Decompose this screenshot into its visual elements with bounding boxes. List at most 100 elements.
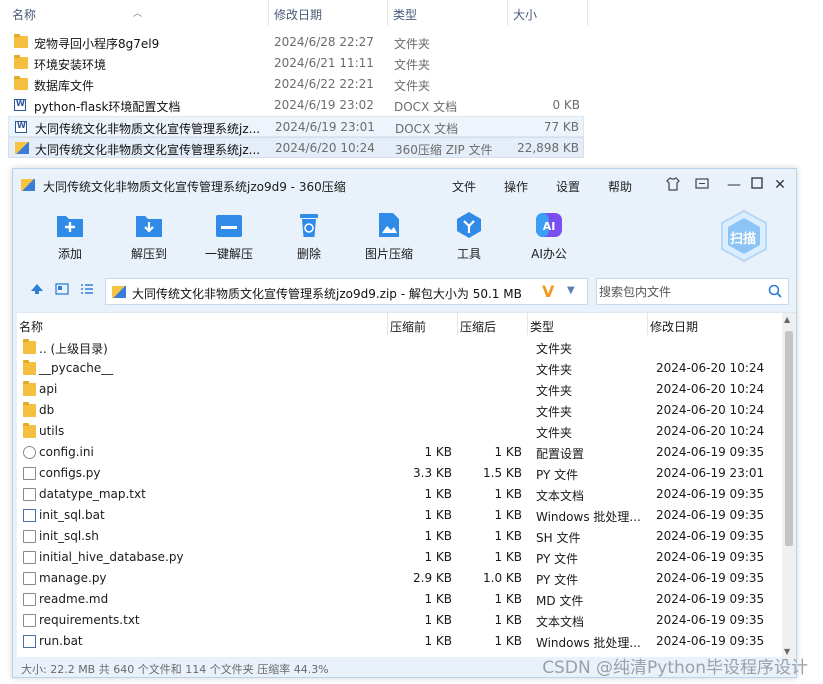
- item-size-before: 3.3 KB: [413, 466, 452, 480]
- path-box[interactable]: 大同传统文化非物质文化宣传管理系统jzo9d9.zip - 解包大小为 50.1…: [105, 278, 588, 305]
- file-icon: [23, 530, 36, 543]
- item-date: 2024-06-19 09:35: [656, 613, 765, 627]
- item-name: initial_hive_database.py: [39, 550, 184, 564]
- maximize-button[interactable]: [748, 176, 766, 194]
- column-type[interactable]: 类型: [393, 6, 417, 23]
- extract-to-button[interactable]: 解压到: [109, 207, 189, 262]
- item-date: 2024-06-19 09:35: [656, 634, 765, 648]
- one-click-extract-icon: [214, 211, 244, 239]
- vertical-scrollbar[interactable]: ▲ ▼: [782, 313, 796, 658]
- explorer-row[interactable]: 宠物寻回小程序8g7el9 2024/6/28 22:27 文件夹: [8, 32, 584, 53]
- minimize-button[interactable]: —: [725, 176, 743, 194]
- zip-icon: [112, 286, 126, 298]
- item-name: datatype_map.txt: [39, 487, 146, 501]
- one-click-extract-button[interactable]: 一键解压: [189, 207, 269, 262]
- list-item[interactable]: init_sql.bat 1 KB 1 KB Windows 批处理... 2024-0…: [17, 505, 779, 526]
- list-item[interactable]: utils 文件夹 2024-06-20 10:24: [17, 421, 779, 442]
- column-size-before[interactable]: 压缩前: [390, 318, 426, 335]
- explorer-row[interactable]: python-flask环境配置文档 2024/6/19 23:02 DOCX 文档…: [8, 95, 584, 116]
- list-item[interactable]: db 文件夹 2024-06-20 10:24: [17, 400, 779, 421]
- menu-action[interactable]: 操作: [504, 178, 528, 195]
- list-item[interactable]: manage.py 2.9 KB 1.0 KB PY 文件 2024-06-19 09:…: [17, 568, 779, 589]
- add-button[interactable]: 添加: [30, 207, 110, 262]
- extract-to-icon: [134, 211, 164, 239]
- list-item[interactable]: config.ini 1 KB 1 KB 配置设置 2024-06-19 09:35: [17, 442, 779, 463]
- item-name: init_sql.sh: [39, 529, 99, 543]
- scan-button[interactable]: 扫描: [716, 209, 772, 265]
- explorer-row[interactable]: 环境安装环境 2024/6/21 11:11 文件夹: [8, 53, 584, 74]
- item-size-after: 1 KB: [494, 634, 522, 648]
- item-name: requirements.txt: [39, 613, 140, 627]
- bat-icon: [23, 635, 36, 648]
- list-item[interactable]: configs.py 3.3 KB 1.5 KB PY 文件 2024-06-19 23…: [17, 463, 779, 484]
- item-name: config.ini: [39, 445, 94, 459]
- scrollbar-thumb[interactable]: [785, 331, 793, 546]
- ai-office-button[interactable]: AI AI办公: [509, 207, 589, 262]
- list-item[interactable]: datatype_map.txt 1 KB 1 KB 文本文档 2024-06-19 0…: [17, 484, 779, 505]
- list-item[interactable]: __pycache__ 文件夹 2024-06-20 10:24: [17, 358, 779, 379]
- explorer-row[interactable]: 数据库文件 2024/6/22 22:21 文件夹: [8, 74, 584, 95]
- item-type: Windows 批处理...: [536, 636, 641, 650]
- list-item[interactable]: run.bat 1 KB 1 KB Windows 批处理... 2024-06-19 …: [17, 631, 779, 652]
- item-size-after: 1 KB: [494, 613, 522, 627]
- item-date: 2024-06-19 09:35: [656, 529, 765, 543]
- chevron-down-icon[interactable]: ▼: [567, 285, 575, 296]
- file-name: 环境安装环境: [34, 58, 107, 72]
- item-date: 2024-06-19 09:35: [656, 487, 765, 501]
- path-text: 大同传统文化非物质文化宣传管理系统jzo9d9.zip - 解包大小为 50.1…: [132, 287, 522, 301]
- explorer-row[interactable]: 大同传统文化非物质文化宣传管理系统jz... 2024/6/19 23:01 DOC…: [8, 116, 584, 137]
- file-icon: [23, 593, 36, 606]
- column-name[interactable]: 名称: [19, 318, 43, 335]
- item-type: 文件夹: [536, 426, 573, 440]
- feedback-icon[interactable]: [693, 176, 711, 194]
- list-view-icon[interactable]: [79, 283, 95, 297]
- file-type: 文件夹: [394, 79, 431, 93]
- column-size[interactable]: 大小: [513, 6, 537, 23]
- column-size-after[interactable]: 压缩后: [460, 318, 496, 335]
- item-size-before: 1 KB: [424, 529, 452, 543]
- item-name: api: [39, 382, 58, 396]
- column-date[interactable]: 修改日期: [274, 6, 322, 23]
- list-item[interactable]: requirements.txt 1 KB 1 KB 文本文档 2024-06-19 0…: [17, 610, 779, 631]
- ai-office-icon: AI: [534, 211, 564, 239]
- add-icon: [55, 211, 85, 239]
- close-button[interactable]: ✕: [771, 176, 789, 194]
- scroll-up-icon[interactable]: ▲: [784, 315, 790, 324]
- list-item[interactable]: initial_hive_database.py 1 KB 1 KB PY 文件 202…: [17, 547, 779, 568]
- list-item[interactable]: init_sql.sh 1 KB 1 KB SH 文件 2024-06-19 09:35: [17, 526, 779, 547]
- tools-button[interactable]: 工具: [429, 207, 509, 262]
- thumbnail-view-icon[interactable]: [54, 283, 70, 297]
- search-icon[interactable]: [768, 284, 782, 298]
- menu-settings[interactable]: 设置: [556, 178, 580, 195]
- column-type[interactable]: 类型: [530, 318, 554, 335]
- file-date: 2024/6/19 23:01: [275, 120, 375, 134]
- item-type: PY 文件: [536, 552, 579, 566]
- list-item[interactable]: api 文件夹 2024-06-20 10:24: [17, 379, 779, 400]
- item-size-before: 2.9 KB: [413, 571, 452, 585]
- file-size: 0 KB: [552, 98, 580, 112]
- item-type: MD 文件: [536, 594, 584, 608]
- search-input[interactable]: [597, 279, 762, 304]
- item-name: configs.py: [39, 466, 101, 480]
- menu-file[interactable]: 文件: [452, 178, 476, 195]
- list-item[interactable]: readme.md 1 KB 1 KB MD 文件 2024-06-19 09:35: [17, 589, 779, 610]
- item-date: 2024-06-19 09:35: [656, 508, 765, 522]
- delete-button[interactable]: 删除: [269, 207, 349, 262]
- item-type: 文件夹: [536, 384, 573, 398]
- folder-icon: [23, 381, 36, 396]
- up-level-icon[interactable]: [29, 283, 45, 297]
- column-date[interactable]: 修改日期: [650, 318, 698, 335]
- menu-help[interactable]: 帮助: [608, 178, 632, 195]
- list-item[interactable]: .. (上级目录) 文件夹: [17, 337, 779, 358]
- title-bar[interactable]: 大同传统文化非物质文化宣传管理系统jzo9d9 - 360压缩 文件 操作 设置…: [13, 169, 796, 201]
- search-box[interactable]: [596, 278, 789, 305]
- file-name: 大同传统文化非物质文化宣传管理系统jz...: [35, 122, 261, 136]
- item-name: __pycache__: [39, 361, 114, 375]
- column-name[interactable]: 名称: [12, 6, 36, 23]
- item-type: 文件夹: [536, 363, 573, 377]
- file-type: 360压缩 ZIP 文件: [395, 143, 493, 157]
- image-compress-button[interactable]: 图片压缩: [349, 207, 429, 262]
- verified-icon[interactable]: V: [542, 282, 554, 301]
- skin-icon[interactable]: [664, 176, 682, 194]
- explorer-row[interactable]: 大同传统文化非物质文化宣传管理系统jz... 2024/6/20 10:24 360…: [8, 137, 584, 158]
